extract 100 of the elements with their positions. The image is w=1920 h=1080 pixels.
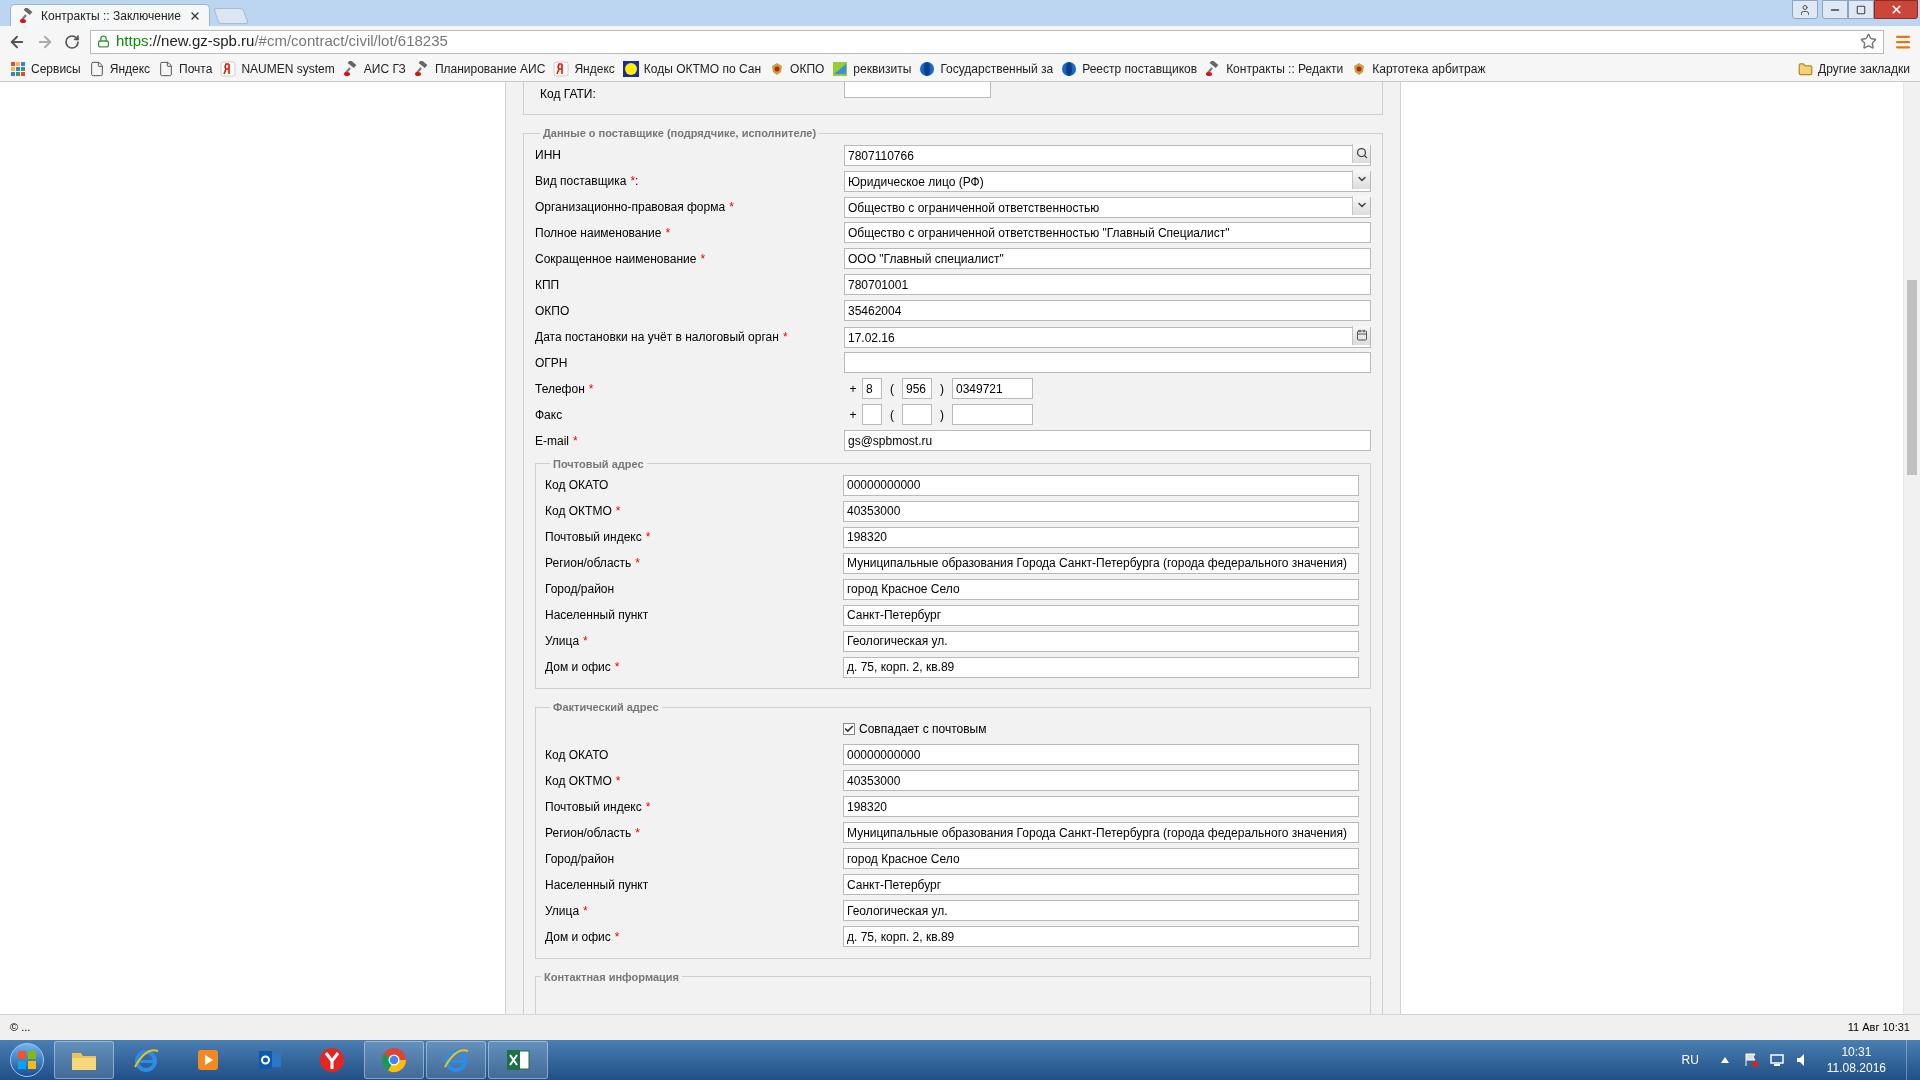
text-field[interactable]: д. 75, корп. 2, кв.89	[843, 656, 1359, 678]
status-date: 11 Авг 10:31	[1847, 1020, 1910, 1036]
text-field[interactable]: 00000000000	[843, 474, 1359, 496]
bookmark-item[interactable]: Яндекс	[84, 60, 155, 78]
bookmark-item[interactable]: реквизиты	[828, 60, 916, 78]
bookmark-item[interactable]: Картотека арбитраж	[1347, 60, 1490, 78]
tab-title: Контракты :: Заключение	[41, 7, 182, 25]
text-field[interactable]: Геологическая ул.	[843, 900, 1359, 921]
plus-sign: +	[848, 406, 858, 424]
dropdown-field[interactable]: Общество с ограниченной ответственностью	[844, 197, 1371, 218]
field-label: Факс	[535, 406, 564, 424]
page-icon	[88, 61, 105, 77]
country-code-field[interactable]: 8	[862, 378, 882, 399]
calendar-button[interactable]	[1352, 325, 1370, 345]
text-field[interactable]: Санкт-Петербург	[843, 874, 1359, 895]
field-label: Организационно-правовая форма *	[535, 198, 735, 216]
text-field[interactable]: gs@spbmost.ru	[844, 430, 1371, 451]
text-field[interactable]: Муниципальные образования Города Санкт-Петербурга (города федерального значения)	[843, 822, 1359, 843]
text-field[interactable]: д. 75, корп. 2, кв.89	[843, 926, 1359, 947]
text-field[interactable]: Санкт-Петербург	[843, 604, 1359, 626]
bookmark-label: ОКПО	[790, 61, 825, 78]
text-field[interactable]: 40353000	[843, 500, 1359, 522]
browser-tab[interactable]: Контракты :: Заключение	[10, 4, 210, 26]
user-icon	[1799, 3, 1811, 16]
field-label: Город/район	[545, 581, 616, 598]
bookmark-item[interactable]: Планирование АИС	[409, 60, 550, 78]
text-field[interactable]: 00000000000	[843, 744, 1359, 765]
bookmark-item[interactable]: Контракты :: Редакти	[1201, 60, 1348, 78]
text-field[interactable]: город Красное Село	[843, 578, 1359, 600]
logo-icon	[220, 61, 237, 77]
windows-logo-icon	[18, 1051, 36, 1069]
tray-arrow-icon[interactable]	[1720, 1057, 1729, 1063]
bookmark-label: Яндекс	[109, 61, 151, 78]
open-parenthesis: (	[889, 380, 895, 398]
text-field[interactable]: ООО "Главный специалист"	[844, 248, 1371, 269]
text-field[interactable]: Геологическая ул.	[843, 630, 1359, 652]
open-parenthesis: (	[889, 406, 895, 424]
checkbox-label: Совпадает с почтовым	[859, 720, 987, 738]
text-field[interactable]: Муниципальные образования Города Санкт-Петербурга (города федерального значения)	[843, 552, 1359, 574]
taskbar-app[interactable]	[488, 1041, 548, 1079]
checkbox[interactable]	[843, 722, 855, 735]
bookmark-item[interactable]: NAUMEN system	[216, 60, 339, 78]
bookmark-label: реквизиты	[853, 61, 912, 78]
scrollbar[interactable]	[1903, 82, 1920, 1014]
area-code-field[interactable]	[902, 404, 932, 425]
dropdown-button[interactable]	[1352, 169, 1370, 189]
bookmark-item[interactable]: Сервисы	[6, 60, 85, 78]
reload-icon[interactable]	[64, 33, 80, 50]
bookmark-item[interactable]: АИС ГЗ	[338, 60, 410, 78]
field-label: Код ОКАТО	[545, 746, 610, 764]
scrollbar-thumb[interactable]	[1907, 280, 1917, 475]
field-label: Улица *	[545, 902, 589, 920]
field-label: ОГРН	[535, 354, 569, 372]
phone-number-field[interactable]: 0349721	[952, 378, 1033, 399]
field-label: КПП	[535, 276, 561, 294]
gavel-icon	[19, 7, 35, 24]
status-text: © ...	[10, 1020, 31, 1036]
user-button[interactable]	[1792, 0, 1818, 19]
text-field[interactable]: 780701001	[844, 274, 1371, 295]
country-code-field[interactable]	[862, 404, 882, 425]
network-icon[interactable]	[1768, 1052, 1785, 1068]
text-field[interactable]: 198320	[843, 796, 1359, 817]
field-label: Населенный пункт	[545, 876, 650, 894]
bookmark-item[interactable]: Реестр поставщиков	[1057, 60, 1202, 78]
other-bookmarks-item[interactable]: Другие закладки	[1794, 60, 1914, 78]
bookmark-item[interactable]: ОКПО	[765, 60, 829, 78]
text-field[interactable]: 35462004	[844, 300, 1371, 321]
minimize-button[interactable]	[1822, 0, 1848, 19]
text-field[interactable]: город Красное Село	[843, 848, 1359, 869]
bookmark-item[interactable]: Почта	[154, 60, 217, 78]
text-field[interactable]: 40353000	[843, 770, 1359, 791]
text-field[interactable]	[844, 352, 1371, 373]
bookmark-label: Контракты :: Редакти	[1226, 61, 1344, 78]
flag-icon[interactable]	[1742, 1052, 1759, 1068]
text-field[interactable]: 7807110766	[844, 145, 1371, 166]
bookmark-label: NAUMEN system	[241, 61, 335, 78]
text-field[interactable]: Общество с ограниченной ответственностью "Главный Специалист"	[844, 222, 1371, 243]
restore-button[interactable]	[1848, 0, 1874, 19]
text-field[interactable]: 198320	[843, 526, 1359, 548]
bookmark-item[interactable]: Государственный за	[915, 60, 1058, 78]
taskbar-app[interactable]	[364, 1041, 424, 1079]
bookmark-star-icon[interactable]	[1860, 33, 1877, 50]
phone-number-field[interactable]	[952, 404, 1033, 425]
clock[interactable]: 10:31 11.08.2016	[1826, 1044, 1886, 1076]
bookmark-label: Коды ОКТМО по Сан	[643, 61, 762, 78]
close-window-button[interactable]	[1874, 0, 1918, 19]
area-code-field[interactable]: 956	[902, 378, 932, 399]
bookmark-item[interactable]: Коды ОКТМО по Сан	[618, 60, 766, 78]
address-bar[interactable]: https://new.gz-spb.ru/#cm/contract/civil/lot/618235	[90, 29, 1884, 54]
bookmark-item[interactable]: Яндекс	[549, 60, 619, 78]
language-indicator[interactable]: RU	[1681, 1051, 1699, 1069]
field-label: Код ОКТМО *	[545, 503, 622, 520]
search-button[interactable]	[1352, 143, 1370, 163]
dropdown-button[interactable]	[1352, 195, 1370, 215]
date-field[interactable]: 17.02.16	[844, 327, 1371, 348]
dropdown-field[interactable]: Юридическое лицо (РФ)	[844, 171, 1371, 192]
chrome-icon	[379, 1045, 409, 1075]
taskbar-app[interactable]	[54, 1041, 114, 1079]
field-label: Дом и офис *	[545, 928, 621, 946]
text-field[interactable]	[844, 82, 991, 98]
